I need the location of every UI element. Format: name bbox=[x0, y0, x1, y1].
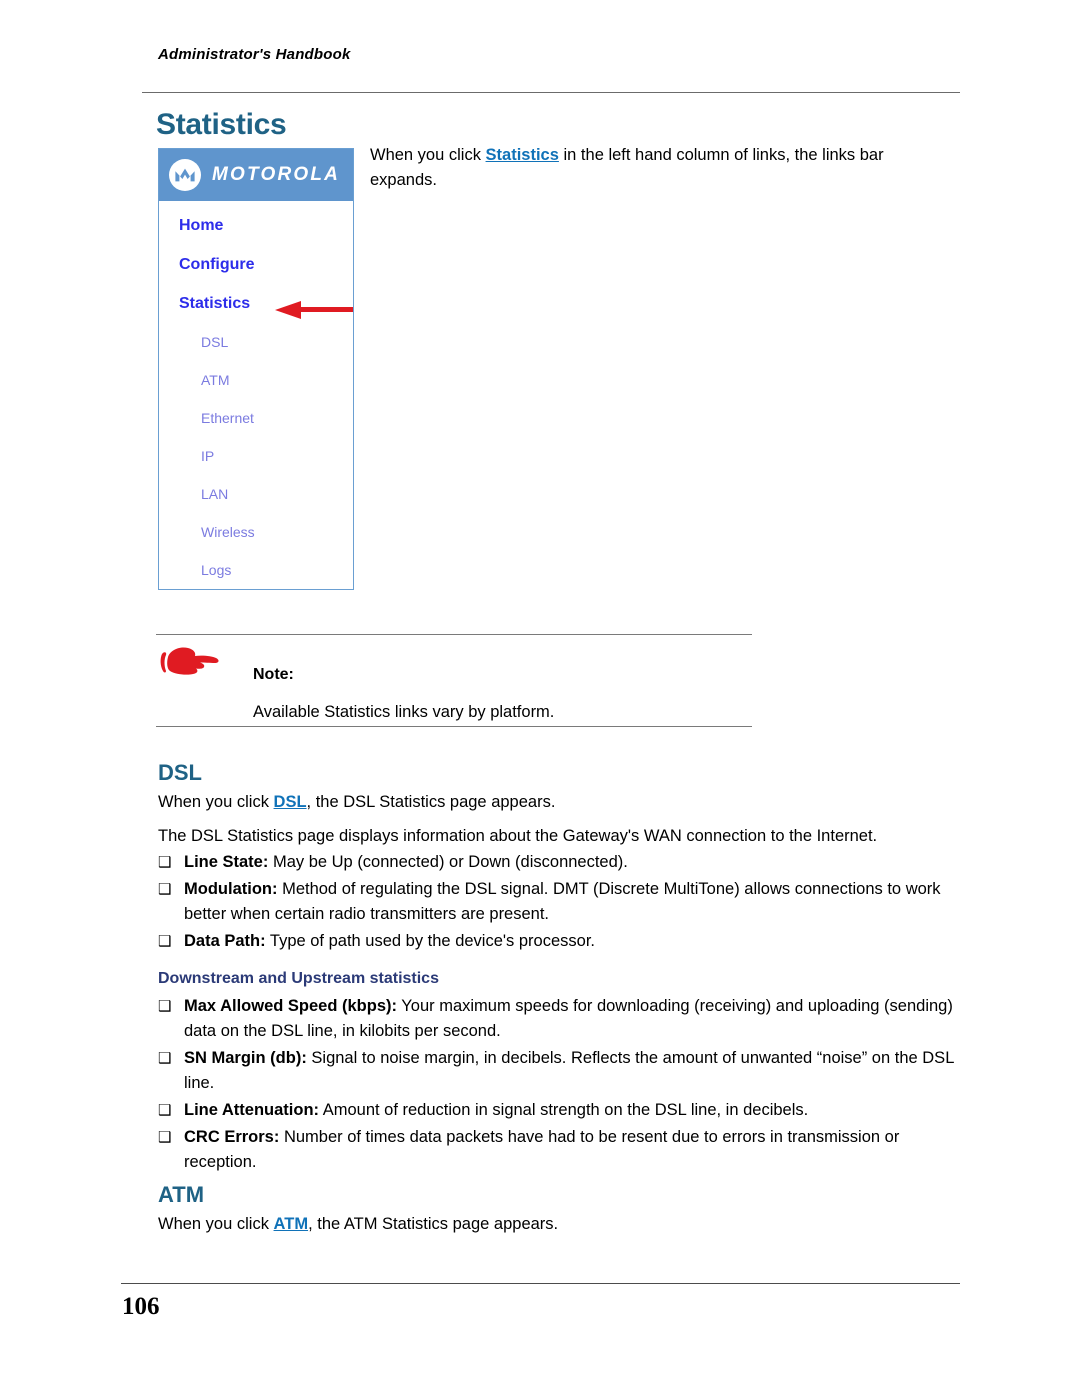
bullet-term: Line State: bbox=[184, 853, 269, 871]
intro-text-before: When you click bbox=[370, 146, 486, 164]
bullet-term: Max Allowed Speed (kbps): bbox=[184, 997, 398, 1015]
router-nav-panel-figure: MOTOROLA Home Configure Statistics DSL A… bbox=[158, 148, 354, 590]
bullet-term: Data Path: bbox=[184, 932, 266, 950]
dsl-para1-after: , the DSL Statistics page appears. bbox=[306, 793, 556, 811]
bullet-line-attenuation: ❑ Line Attenuation: Amount of reduction i… bbox=[158, 1098, 960, 1123]
nav-subitem-ethernet[interactable]: Ethernet bbox=[201, 410, 353, 426]
atm-para-before: When you click bbox=[158, 1215, 274, 1233]
nav-subitem-dsl[interactable]: DSL bbox=[201, 334, 353, 350]
bullet-marker-icon: ❑ bbox=[158, 1050, 172, 1067]
note-divider-bottom bbox=[156, 726, 752, 727]
atm-section-heading: ATM bbox=[158, 1182, 205, 1207]
bullet-data-path: ❑ Data Path: Type of path used by the dev… bbox=[158, 929, 960, 954]
dsl-section-heading: DSL bbox=[158, 760, 202, 785]
dsl-bullet-list: ❑ Line State: May be Up (connected) or Do… bbox=[158, 850, 960, 956]
bullet-desc: Number of times data packets have had to… bbox=[184, 1128, 900, 1171]
document-page: Administrator's Handbook Statistics When… bbox=[0, 0, 1080, 1397]
dsl-paragraph-2: The DSL Statistics page displays informa… bbox=[158, 827, 878, 845]
motorola-wordmark: MOTOROLA bbox=[212, 164, 341, 185]
nav-item-configure[interactable]: Configure bbox=[179, 256, 255, 274]
dsl-para1-before: When you click bbox=[158, 793, 274, 811]
bullet-sn-margin: ❑ SN Margin (db): Signal to noise margin,… bbox=[158, 1046, 960, 1096]
bullet-marker-icon: ❑ bbox=[158, 881, 172, 898]
dsl-paragraph-1: When you click DSL, the DSL Statistics p… bbox=[158, 790, 958, 815]
bullet-marker-icon: ❑ bbox=[158, 998, 172, 1015]
bullet-term: CRC Errors: bbox=[184, 1128, 280, 1146]
bullet-term: SN Margin (db): bbox=[184, 1049, 307, 1067]
bullet-desc: May be Up (connected) or Down (disconnec… bbox=[268, 853, 628, 871]
note-divider-top bbox=[156, 634, 752, 635]
bullet-marker-icon: ❑ bbox=[158, 1129, 172, 1146]
bullet-marker-icon: ❑ bbox=[158, 1102, 172, 1119]
page-number: 106 bbox=[122, 1293, 160, 1320]
nav-row-home: Home bbox=[179, 217, 353, 256]
downstream-upstream-bullet-list: ❑ Max Allowed Speed (kbps): Your maximum … bbox=[158, 994, 960, 1177]
bullet-term: Modulation: bbox=[184, 880, 278, 898]
bullet-desc: Amount of reduction in signal strength o… bbox=[319, 1101, 809, 1119]
dsl-inline-link[interactable]: DSL bbox=[274, 793, 307, 811]
nav-subitem-wireless[interactable]: Wireless bbox=[201, 524, 353, 540]
bullet-marker-icon: ❑ bbox=[158, 933, 172, 950]
atm-paragraph: When you click ATM, the ATM Statistics p… bbox=[158, 1212, 958, 1237]
nav-subitem-lan[interactable]: LAN bbox=[201, 486, 353, 502]
bullet-desc: Method of regulating the DSL signal. DMT… bbox=[184, 880, 941, 923]
nav-subitem-atm[interactable]: ATM bbox=[201, 372, 353, 388]
page-title: Statistics bbox=[156, 108, 287, 141]
pointing-hand-icon bbox=[160, 647, 219, 675]
bullet-crc-errors: ❑ CRC Errors: Number of times data packet… bbox=[158, 1125, 960, 1175]
note-label: Note: bbox=[253, 666, 294, 683]
intro-paragraph: When you click Statistics in the left ha… bbox=[370, 143, 926, 193]
bullet-modulation: ❑ Modulation: Method of regulating the DS… bbox=[158, 877, 960, 927]
note-text: Available Statistics links vary by platf… bbox=[253, 703, 555, 721]
running-header: Administrator's Handbook bbox=[158, 46, 351, 63]
statistics-inline-link[interactable]: Statistics bbox=[486, 146, 559, 164]
motorola-batwing-emblem-icon bbox=[169, 159, 201, 191]
nav-row-statistics: Statistics bbox=[179, 295, 353, 334]
nav-item-home[interactable]: Home bbox=[179, 217, 223, 235]
bullet-term: Line Attenuation: bbox=[184, 1101, 320, 1119]
bullet-max-allowed-speed: ❑ Max Allowed Speed (kbps): Your maximum … bbox=[158, 994, 960, 1044]
atm-inline-link[interactable]: ATM bbox=[274, 1215, 309, 1233]
footer-divider bbox=[121, 1283, 960, 1284]
motorola-logo-bar: MOTOROLA bbox=[159, 149, 353, 201]
bullet-line-state: ❑ Line State: May be Up (connected) or Do… bbox=[158, 850, 960, 875]
downstream-upstream-subheading: Downstream and Upstream statistics bbox=[158, 970, 439, 987]
nav-link-list: Home Configure Statistics DSL ATM Ethern… bbox=[159, 201, 353, 578]
header-divider bbox=[142, 92, 960, 93]
bullet-desc: Type of path used by the device's proces… bbox=[265, 932, 595, 950]
nav-subitem-logs[interactable]: Logs bbox=[201, 562, 353, 578]
nav-item-statistics[interactable]: Statistics bbox=[179, 295, 250, 313]
nav-row-configure: Configure bbox=[179, 256, 353, 295]
red-left-arrow-icon bbox=[275, 301, 353, 319]
atm-para-after: , the ATM Statistics page appears. bbox=[308, 1215, 559, 1233]
bullet-marker-icon: ❑ bbox=[158, 854, 172, 871]
nav-subitem-ip[interactable]: IP bbox=[201, 448, 353, 464]
